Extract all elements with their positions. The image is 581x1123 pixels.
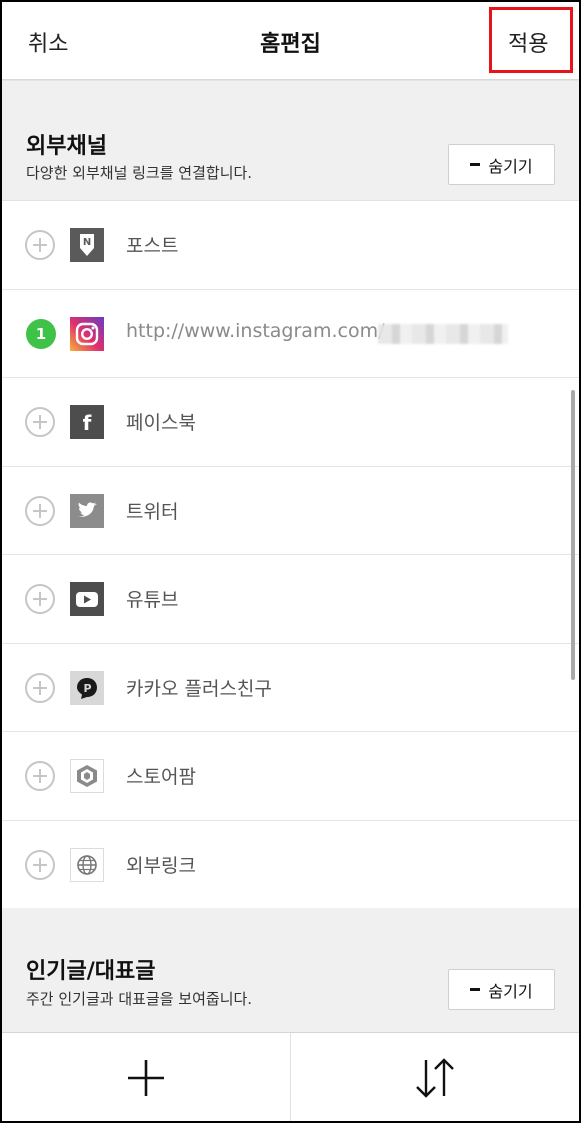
external-channels-header: 외부채널 다양한 외부채널 링크를 연결합니다. 숨기기 xyxy=(2,81,579,200)
channel-label: 유튜브 xyxy=(126,589,179,611)
channel-row-youtube[interactable]: 유튜브 xyxy=(2,554,579,643)
apply-button[interactable]: 적용 xyxy=(508,26,548,58)
channel-label: 트위터 xyxy=(126,500,179,523)
facebook-icon: f xyxy=(70,405,104,439)
channel-list: N 포스트 1 http://www.instagram.com/ f 페이스북… xyxy=(2,200,579,908)
channel-label: 스토어팜 xyxy=(126,766,196,788)
channel-row-external-link[interactable]: 외부링크 xyxy=(2,819,579,908)
section-description: 주간 인기글과 대표글을 보여줍니다. xyxy=(26,990,253,1008)
youtube-icon xyxy=(70,582,104,616)
svg-text:f: f xyxy=(83,411,92,435)
add-circle-icon[interactable] xyxy=(25,761,55,791)
storefarm-icon xyxy=(70,759,104,793)
channel-url: http://www.instagram.com/ xyxy=(126,319,385,342)
plus-icon xyxy=(128,1059,164,1096)
add-circle-icon[interactable] xyxy=(25,849,55,880)
add-circle-icon[interactable] xyxy=(25,495,55,526)
channel-label: 카카오 플러스친구 xyxy=(126,677,272,700)
hide-button-label: 숨기기 xyxy=(488,156,533,176)
channel-row-twitter[interactable]: 트위터 xyxy=(2,465,579,554)
svg-text:N: N xyxy=(83,237,91,248)
instagram-icon xyxy=(70,316,104,351)
twitter-icon xyxy=(70,493,104,528)
add-circle-icon[interactable] xyxy=(25,230,55,260)
minus-icon xyxy=(470,163,481,166)
scrollbar[interactable] xyxy=(571,390,575,680)
order-badge[interactable]: 1 xyxy=(26,318,56,349)
globe-icon xyxy=(70,847,104,882)
hide-popular-button[interactable]: 숨기기 xyxy=(448,969,555,1010)
sort-arrows-icon xyxy=(416,1057,454,1098)
sort-button[interactable] xyxy=(291,1033,579,1121)
add-circle-icon[interactable] xyxy=(25,407,55,437)
hide-button-label: 숨기기 xyxy=(488,981,533,1001)
channel-label: 페이스북 xyxy=(126,412,196,434)
section-title: 외부채널 xyxy=(26,134,107,159)
channel-row-instagram[interactable]: 1 http://www.instagram.com/ xyxy=(2,288,579,377)
screen: 취소 홈편집 적용 외부채널 다양한 외부채널 링크를 연결합니다. 숨기기 N xyxy=(2,2,579,1121)
channel-row-facebook[interactable]: f 페이스북 xyxy=(2,377,579,466)
svg-text:P: P xyxy=(83,682,91,695)
bottom-toolbar xyxy=(2,1032,579,1121)
channel-row-post[interactable]: N 포스트 xyxy=(2,200,579,289)
naver-post-icon: N xyxy=(70,228,104,262)
hide-external-button[interactable]: 숨기기 xyxy=(448,144,555,185)
channel-label: 외부링크 xyxy=(126,854,196,877)
top-bar: 취소 홈편집 적용 xyxy=(2,2,579,80)
channel-label: 포스트 xyxy=(126,235,179,257)
add-circle-icon[interactable] xyxy=(25,672,55,703)
add-circle-icon[interactable] xyxy=(25,584,55,614)
minus-icon xyxy=(470,988,481,991)
redacted-username xyxy=(378,323,508,344)
add-button[interactable] xyxy=(2,1033,290,1121)
section-description: 다양한 외부채널 링크를 연결합니다. xyxy=(26,164,253,182)
page-title: 홈편집 xyxy=(260,32,321,57)
channel-row-kakao[interactable]: P 카카오 플러스친구 xyxy=(2,642,579,731)
kakao-plusfriend-icon: P xyxy=(70,670,104,705)
channel-row-storefarm[interactable]: 스토어팜 xyxy=(2,731,579,820)
popular-posts-header: 인기글/대표글 주간 인기글과 대표글을 보여줍니다. 숨기기 xyxy=(2,908,579,1032)
section-title: 인기글/대표글 xyxy=(26,959,156,984)
